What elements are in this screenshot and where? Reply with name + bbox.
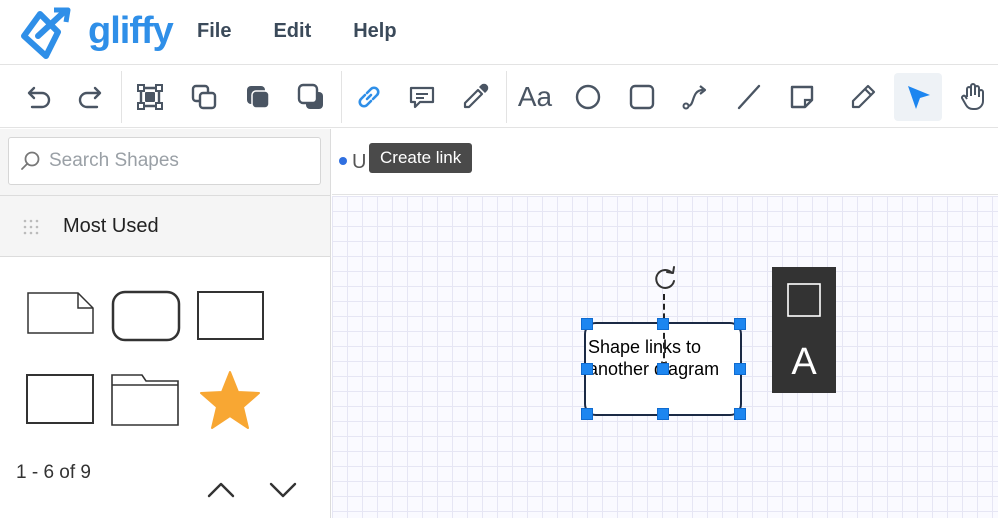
section-title: Most Used — [63, 215, 159, 237]
menu-edit[interactable]: Edit — [273, 20, 311, 43]
group-icon — [137, 84, 163, 110]
drag-handle-icon[interactable] — [22, 218, 40, 236]
link-icon — [358, 86, 380, 108]
text-icon: Aa — [517, 81, 553, 112]
text-letter-icon: A — [791, 340, 817, 383]
hand-tool-button[interactable] — [949, 73, 997, 121]
resize-handle-se[interactable] — [734, 408, 746, 420]
undo-icon — [27, 86, 51, 109]
eyedropper-icon — [463, 83, 489, 109]
menu-file[interactable]: File — [197, 20, 231, 43]
ellipse-icon — [575, 84, 601, 110]
bring-to-front-icon — [247, 86, 270, 109]
comment-button[interactable] — [398, 73, 446, 121]
line-icon — [737, 84, 761, 110]
toolbar-separator — [121, 71, 122, 123]
redo-icon — [78, 86, 102, 109]
line-tool-button[interactable] — [725, 73, 773, 121]
app-header: gliffy File Edit Help — [0, 0, 998, 64]
add-rectangle-button[interactable] — [782, 278, 826, 322]
group-button[interactable] — [126, 73, 174, 121]
chevron-down-icon[interactable] — [267, 479, 299, 501]
add-text-button[interactable]: A — [782, 340, 826, 384]
note-icon — [790, 85, 814, 109]
rectangle-icon — [629, 84, 655, 110]
send-backward-icon — [297, 83, 323, 109]
connector-tool-button[interactable] — [671, 73, 719, 121]
main-menu: File Edit Help — [197, 20, 397, 43]
square-icon — [787, 283, 821, 317]
chevron-up-icon[interactable] — [205, 479, 237, 501]
rotate-icon[interactable] — [650, 264, 680, 294]
resize-handle-sw[interactable] — [581, 408, 593, 420]
eyedropper-button[interactable] — [451, 73, 499, 121]
ellipse-tool-button[interactable] — [564, 73, 612, 121]
bring-to-front-button[interactable] — [234, 73, 282, 121]
logo-text: gliffy — [88, 10, 174, 52]
hidden-text: U — [352, 151, 367, 173]
bring-forward-button[interactable] — [180, 73, 228, 121]
search-input[interactable] — [49, 138, 309, 184]
bullet-dot — [339, 157, 347, 165]
gliffy-logo[interactable]: gliffy — [18, 6, 174, 60]
connector-icon — [682, 85, 707, 110]
menu-help[interactable]: Help — [353, 20, 396, 43]
text-tool-button[interactable]: Aa — [511, 73, 559, 121]
rectangle-shape[interactable] — [196, 290, 266, 342]
toolbar-separator — [341, 71, 342, 123]
quick-add-panel: A — [772, 267, 836, 393]
toolbar: Aa — [0, 64, 998, 128]
tooltip: Create link — [369, 143, 473, 173]
search-box — [8, 137, 321, 185]
undo-button[interactable] — [14, 73, 62, 121]
note-tool-button[interactable] — [778, 73, 826, 121]
resize-handle-w[interactable] — [581, 363, 593, 375]
rectangle-tool-button[interactable] — [618, 73, 666, 121]
pager-text: 1 - 6 of 9 — [16, 462, 91, 483]
pencil-tool-button[interactable] — [839, 73, 887, 121]
logo-mark-icon — [21, 7, 71, 59]
comment-icon — [409, 86, 435, 109]
pencil-icon — [851, 84, 876, 109]
resize-handle-e[interactable] — [734, 363, 746, 375]
pointer-icon — [908, 86, 930, 109]
rectangle-shape[interactable] — [25, 373, 95, 425]
create-link-button[interactable] — [345, 73, 393, 121]
note-shape[interactable] — [26, 291, 96, 335]
star-shape[interactable] — [198, 369, 262, 431]
resize-handle-center[interactable] — [657, 363, 669, 375]
folder-shape[interactable] — [110, 373, 180, 427]
section-most-used[interactable]: Most Used — [0, 195, 330, 257]
resize-handle-s[interactable] — [657, 408, 669, 420]
send-backward-button[interactable] — [287, 73, 335, 121]
resize-handle-n[interactable] — [657, 318, 669, 330]
search-icon — [21, 151, 40, 170]
shapes-panel: Most Used 1 - 6 of 9 — [0, 129, 331, 518]
resize-handle-nw[interactable] — [581, 318, 593, 330]
resize-handle-ne[interactable] — [734, 318, 746, 330]
hand-icon — [961, 83, 984, 111]
canvas-info-bar: U Create link — [332, 129, 998, 195]
toolbar-separator — [506, 71, 507, 123]
shapes-grid: 1 - 6 of 9 — [0, 257, 330, 518]
rotate-guide-line — [663, 294, 665, 368]
bring-forward-icon — [191, 84, 217, 110]
pointer-tool-button[interactable] — [894, 73, 942, 121]
rounded-rectangle-shape[interactable] — [111, 290, 181, 342]
redo-button[interactable] — [67, 73, 115, 121]
